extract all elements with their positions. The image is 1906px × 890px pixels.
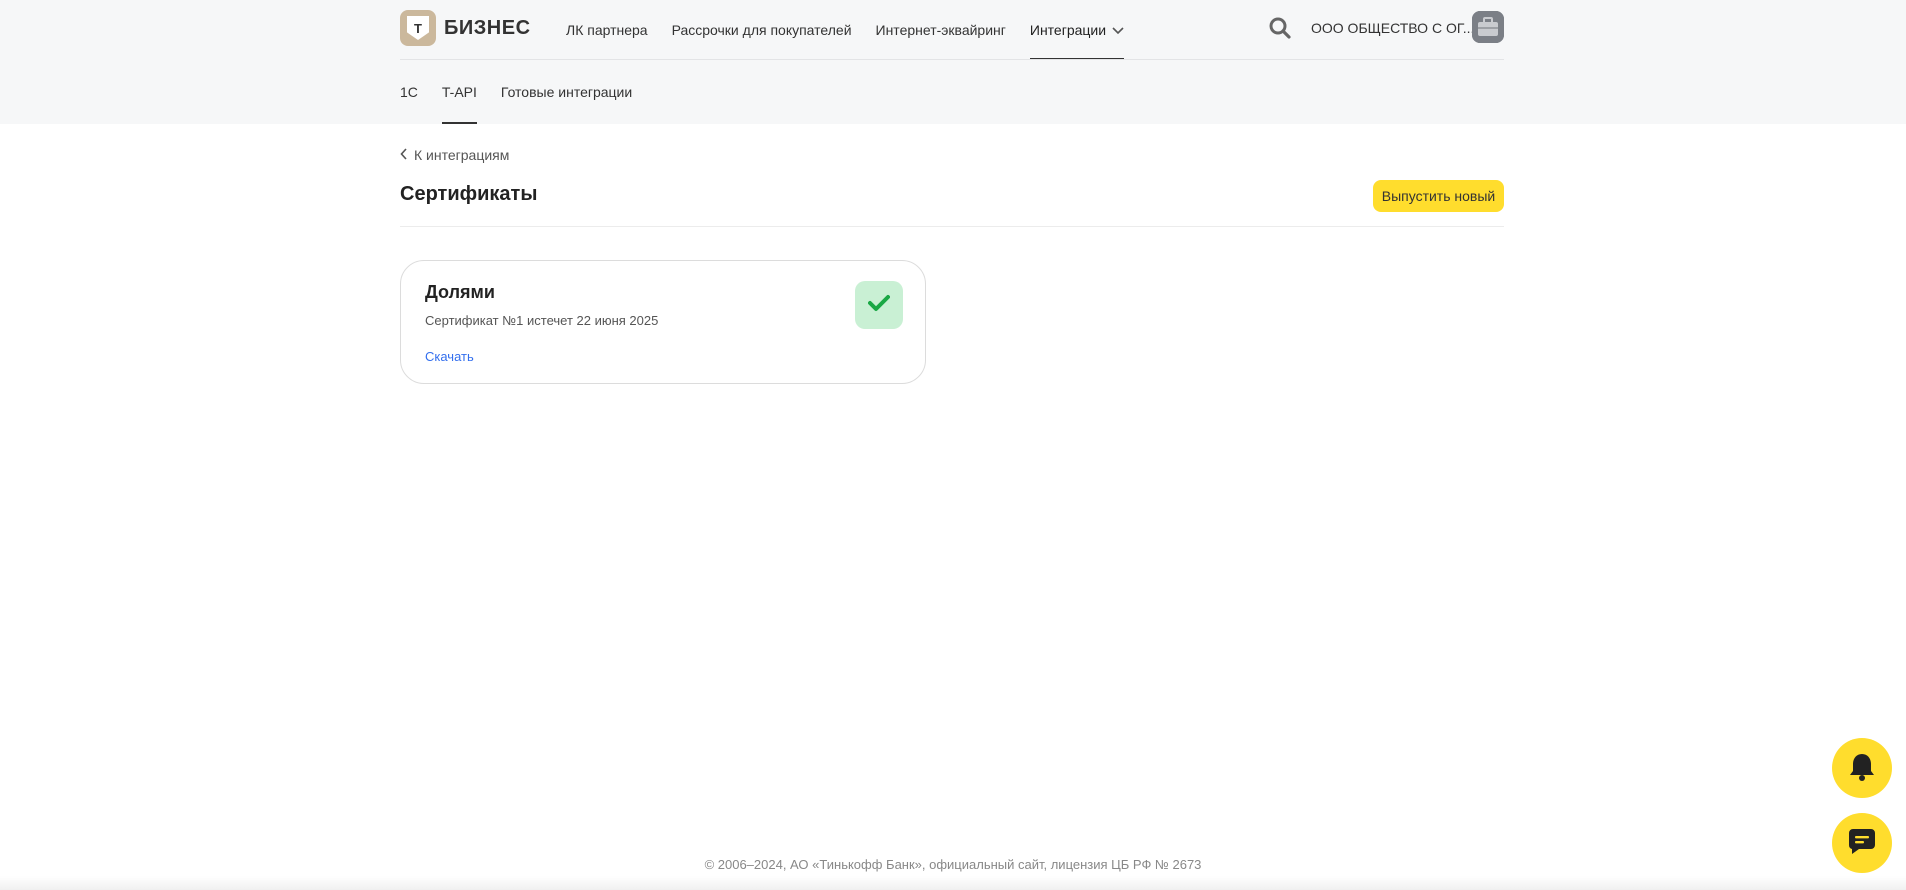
organization-name[interactable]: ООО ОБЩЕСТВО С ОГ... xyxy=(1311,20,1474,36)
footer-copyright: © 2006–2024, АО «Тинькофф Банк», официал… xyxy=(704,857,1202,872)
certificate-expiry: Сертификат №1 истечет 22 июня 2025 xyxy=(425,313,659,328)
top-header: Т БИЗНЕС ЛК партнера Рассрочки для покуп… xyxy=(0,0,1906,124)
tab-label: 1С xyxy=(400,84,418,100)
certificate-card: Долями Сертификат №1 истечет 22 июня 202… xyxy=(400,260,926,384)
tab-t-api[interactable]: T-API xyxy=(441,60,477,124)
nav-item-integrations[interactable]: Интеграции xyxy=(1029,0,1125,60)
download-link[interactable]: Скачать xyxy=(425,349,474,364)
nav-item-partner[interactable]: ЛК партнера xyxy=(566,0,648,60)
status-badge xyxy=(855,281,903,329)
tab-label: Готовые интеграции xyxy=(500,84,633,100)
nav-item-installments[interactable]: Рассрочки для покупателей xyxy=(672,0,852,60)
issue-new-button[interactable]: Выпустить новый xyxy=(1373,180,1504,212)
nav-item-label: Рассрочки для покупателей xyxy=(671,22,852,38)
back-link[interactable]: К интеграциям xyxy=(400,147,509,163)
title-divider xyxy=(400,226,1504,227)
back-link-label: К интеграциям xyxy=(414,147,510,163)
page-title: Сертификаты xyxy=(400,183,538,205)
chevron-left-icon xyxy=(400,147,408,163)
certificate-title: Долями xyxy=(425,282,495,302)
logo[interactable]: Т БИЗНЕС xyxy=(400,10,531,46)
tab-ready-integrations[interactable]: Готовые интеграции xyxy=(501,60,632,124)
nav-item-label: Интеграции xyxy=(1029,22,1107,38)
tab-label: T-API xyxy=(441,84,477,100)
bell-icon xyxy=(1848,751,1876,786)
nav-item-label: ЛК партнера xyxy=(566,22,648,38)
logo-badge: Т xyxy=(400,10,436,46)
nav-item-label: Интернет-эквайринг xyxy=(875,22,1006,38)
bottom-shadow xyxy=(0,876,1906,890)
nav-item-acquiring[interactable]: Интернет-эквайринг xyxy=(876,0,1006,60)
notifications-button[interactable] xyxy=(1832,738,1892,798)
logo-shield: Т xyxy=(407,16,429,40)
chat-icon xyxy=(1847,827,1877,860)
check-icon xyxy=(868,294,890,317)
logo-text: БИЗНЕС xyxy=(444,16,531,39)
briefcase-avatar-icon[interactable] xyxy=(1472,11,1504,43)
chevron-down-icon xyxy=(1112,22,1124,38)
main-nav: ЛК партнера Рассрочки для покупателей Ин… xyxy=(566,0,1148,60)
sub-nav: 1С T-API Готовые интеграции xyxy=(400,60,656,124)
tab-1c[interactable]: 1С xyxy=(400,60,418,124)
search-icon[interactable] xyxy=(1268,16,1292,40)
